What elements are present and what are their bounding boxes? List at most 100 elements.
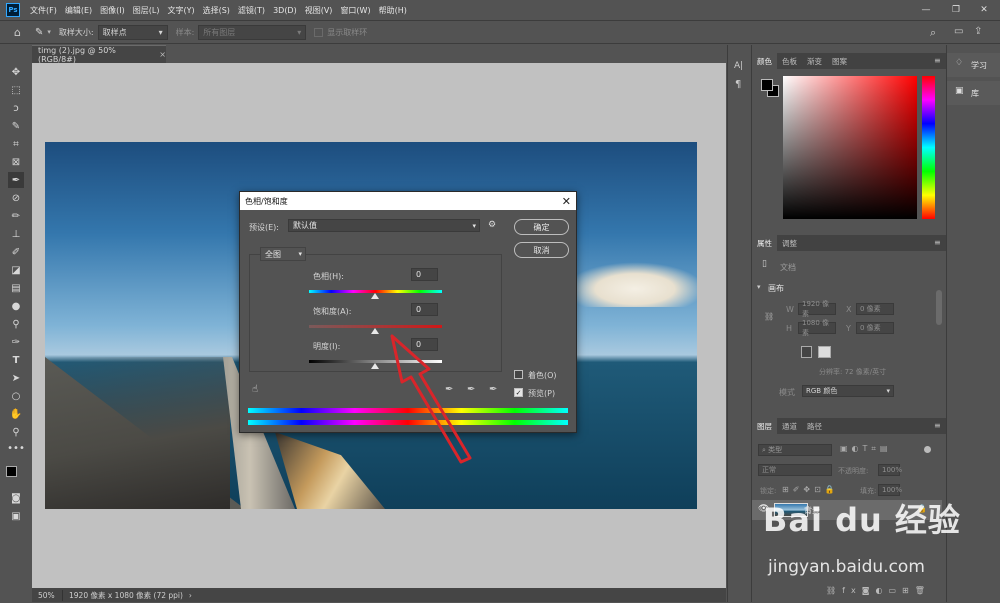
eraser-tool-icon[interactable]: ◪ — [8, 262, 24, 278]
hue-slider[interactable] — [922, 76, 935, 219]
frame-tool-icon[interactable]: ⊠ — [8, 154, 24, 170]
marquee-tool-icon[interactable]: ⬚ — [8, 82, 24, 98]
quick-mask-icon[interactable]: ◙ — [8, 490, 24, 506]
document-size-info[interactable]: 1920 像素 x 1080 像素 (72 ppi) — [62, 589, 183, 601]
ok-button[interactable]: 确定 — [514, 219, 569, 235]
mode-select[interactable]: RGB 颜色 ▾ — [802, 385, 894, 397]
menu-edit[interactable]: 编辑(E) — [61, 5, 96, 16]
ellipse-tool-icon[interactable]: ○ — [8, 388, 24, 404]
tab-gradients[interactable]: 渐变 — [802, 53, 827, 69]
tab-channels[interactable]: 通道 — [777, 418, 802, 434]
color-foreground-swatch[interactable] — [761, 79, 773, 91]
saturation-slider-thumb[interactable] — [371, 328, 379, 334]
search-icon[interactable]: ⌕ — [930, 26, 936, 40]
menu-help[interactable]: 帮助(H) — [375, 5, 411, 16]
color-field[interactable] — [783, 76, 917, 219]
lock-icons[interactable]: ⊞✐✥⊡🔒 — [782, 485, 839, 494]
document-tab[interactable]: timg (2).jpg @ 50%(RGB/8#) × — [32, 45, 166, 64]
zoom-level[interactable]: 50% — [32, 591, 62, 600]
learn-button[interactable]: ♢ 学习 — [947, 53, 1000, 77]
link-icon[interactable]: ⛓ — [764, 312, 774, 321]
chevron-down-icon[interactable]: ▾ — [47, 28, 51, 36]
height-field[interactable]: 1080 像素 — [798, 319, 836, 337]
screen-mode-icon[interactable]: ▣ — [8, 508, 24, 524]
eyedropper-tool-preset-icon[interactable]: ✎ — [35, 27, 43, 38]
crop-tool-icon[interactable]: ⌗ — [8, 136, 24, 152]
properties-scrollbar[interactable] — [936, 290, 942, 325]
history-brush-tool-icon[interactable]: ✐ — [8, 244, 24, 260]
channel-select[interactable]: 全图 ▾ — [260, 247, 306, 261]
y-field[interactable]: 0 像素 — [856, 322, 894, 334]
menu-layer[interactable]: 图层(L) — [129, 5, 164, 16]
tab-properties[interactable]: 属性 — [752, 235, 777, 251]
dialog-title-bar[interactable]: 色相/饱和度 ✕ — [240, 192, 576, 210]
restore-button[interactable]: ❐ — [942, 0, 970, 20]
zoom-tool-icon[interactable]: ⚲ — [8, 424, 24, 440]
tab-layers[interactable]: 图层 — [752, 418, 777, 434]
tab-adjustments[interactable]: 调整 — [777, 235, 802, 251]
minimize-button[interactable]: — — [912, 0, 940, 20]
blur-tool-icon[interactable]: ● — [8, 298, 24, 314]
path-select-tool-icon[interactable]: ➤ — [8, 370, 24, 386]
hue-slider-thumb[interactable] — [371, 293, 379, 299]
hand-tool-icon[interactable]: ✋ — [8, 406, 24, 422]
dodge-tool-icon[interactable]: ⚲ — [8, 316, 24, 332]
tab-patterns[interactable]: 图案 — [827, 53, 852, 69]
show-sampling-ring-checkbox[interactable] — [314, 27, 324, 37]
tab-color[interactable]: 颜色 — [752, 53, 777, 69]
foreground-color-swatch[interactable] — [6, 466, 17, 477]
gradient-tool-icon[interactable]: ▤ — [8, 280, 24, 296]
preset-select[interactable]: 默认值 ▾ — [288, 219, 480, 232]
lightness-input[interactable]: 0 — [411, 338, 438, 351]
library-button[interactable]: ▣ 库 — [947, 81, 1000, 105]
menu-filter[interactable]: 滤镜(T) — [234, 5, 269, 16]
landscape-orientation-icon[interactable] — [818, 346, 831, 358]
workspace-icon[interactable]: ▭ — [954, 26, 963, 37]
layer-filter-select[interactable]: ⌕ 类型 — [758, 444, 832, 456]
eyedropper-icon[interactable]: ✒ — [445, 384, 453, 395]
eyedropper-plus-icon[interactable]: ✒ — [467, 384, 475, 395]
panel-menu-icon[interactable]: ≡ — [934, 56, 941, 65]
menu-image[interactable]: 图像(I) — [96, 5, 129, 16]
sample-layers-select[interactable]: 所有图层 ▾ — [198, 24, 307, 40]
paragraph-panel-icon[interactable]: ¶ — [735, 79, 741, 90]
menu-select[interactable]: 选择(S) — [199, 5, 234, 16]
chevron-down-icon[interactable]: ▾ — [757, 283, 761, 291]
menu-file[interactable]: 文件(F) — [26, 5, 61, 16]
menu-type[interactable]: 文字(Y) — [163, 5, 198, 16]
panel-menu-icon[interactable]: ≡ — [934, 238, 941, 247]
preset-options-icon[interactable]: ⚙ — [488, 220, 496, 230]
eyedropper-minus-icon[interactable]: ✒ — [489, 384, 497, 395]
width-field[interactable]: 1920 像素 — [798, 300, 836, 318]
targeted-adjustment-hand-icon[interactable]: ☝ — [252, 384, 258, 395]
menu-3d[interactable]: 3D(D) — [269, 6, 301, 15]
clone-stamp-tool-icon[interactable]: ⊥ — [8, 226, 24, 242]
preview-checkbox[interactable]: ✓ — [514, 388, 523, 397]
tab-paths[interactable]: 路径 — [802, 418, 827, 434]
opacity-field[interactable]: 100% — [878, 464, 902, 476]
cancel-button[interactable]: 取消 — [514, 242, 569, 258]
colorize-checkbox[interactable] — [514, 370, 523, 379]
panel-menu-icon[interactable]: ≡ — [934, 421, 941, 430]
pen-tool-icon[interactable]: ✑ — [8, 334, 24, 350]
layer-bottom-icons[interactable]: ⛓fx◙◐▭⊞🗑 — [826, 586, 931, 595]
dialog-close-icon[interactable]: ✕ — [562, 192, 571, 210]
saturation-input[interactable]: 0 — [411, 303, 438, 316]
quick-select-tool-icon[interactable]: ✎ — [8, 118, 24, 134]
hue-input[interactable]: 0 — [411, 268, 438, 281]
close-tab-icon[interactable]: × — [159, 50, 166, 59]
type-tool-icon[interactable]: T — [8, 352, 24, 368]
close-window-button[interactable]: ✕ — [970, 0, 998, 20]
menu-window[interactable]: 窗口(W) — [336, 5, 374, 16]
filter-toggle-icon[interactable] — [924, 446, 931, 453]
home-icon[interactable]: ⌂ — [14, 26, 21, 39]
eyedropper-tool-icon[interactable]: ✒ — [8, 172, 24, 188]
tab-swatches[interactable]: 色板 — [777, 53, 802, 69]
layer-filter-icons[interactable]: ▣◐T⌗▤ — [840, 444, 892, 454]
brush-tool-icon[interactable]: ✏ — [8, 208, 24, 224]
share-icon[interactable]: ⇪ — [974, 26, 982, 37]
x-field[interactable]: 0 像素 — [856, 303, 894, 315]
more-tools-icon[interactable]: ••• — [7, 440, 25, 456]
blend-mode-select[interactable]: 正常 — [758, 464, 832, 476]
portrait-orientation-icon[interactable] — [801, 346, 812, 358]
